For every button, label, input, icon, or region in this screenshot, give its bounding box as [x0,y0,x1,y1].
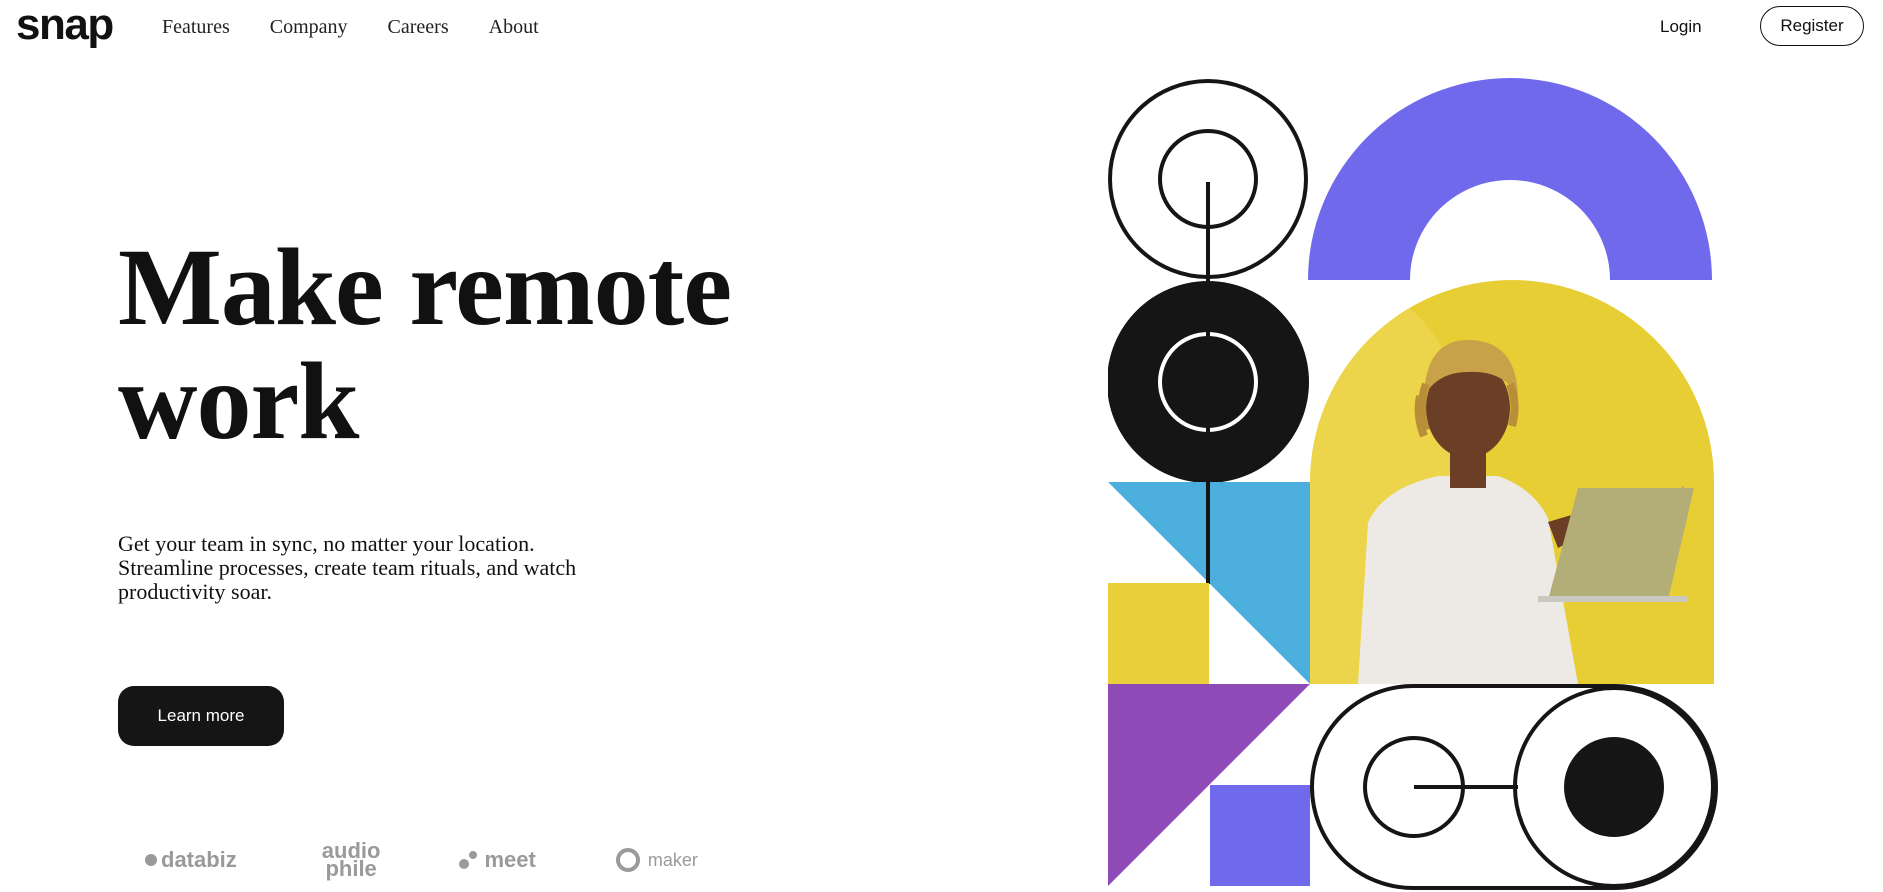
maker-label: maker [647,849,698,870]
client-maker: maker [615,848,698,872]
nav-about[interactable]: About [489,14,539,40]
logo[interactable]: snap [16,0,114,50]
main-nav: Features Company Careers About [162,14,539,40]
databiz-label: databiz [161,847,237,872]
login-link[interactable]: Login [1660,14,1702,40]
meet-label: meet [484,847,536,872]
yellow-square [1108,583,1209,684]
nav-careers[interactable]: Careers [388,14,449,40]
client-logos: databiz audio phile meet maker [145,840,698,881]
learn-more-button[interactable]: Learn more [118,686,284,746]
client-meet: meet [458,847,536,873]
client-databiz: databiz [145,847,237,873]
audiophile-line2: phile [325,856,377,881]
hero-title-line2: work [118,340,359,462]
hero-title-line1: Make remote [118,226,732,348]
register-button[interactable]: Register [1760,6,1864,46]
purple-square [1210,785,1310,886]
hero-title: Make remote work [118,230,818,458]
hero-illustration [1108,78,1718,890]
maker-swirl-icon [615,848,640,872]
nav-features[interactable]: Features [162,14,230,40]
client-audiophile: audio phile [322,840,381,881]
hero-subtitle: Get your team in sync, no matter your lo… [118,531,577,604]
purple-arch [1308,78,1712,280]
nav-company[interactable]: Company [270,14,348,40]
pill-dark-dot [1564,737,1664,837]
meet-dots-icon [459,851,478,869]
databiz-dot-icon [145,854,157,866]
